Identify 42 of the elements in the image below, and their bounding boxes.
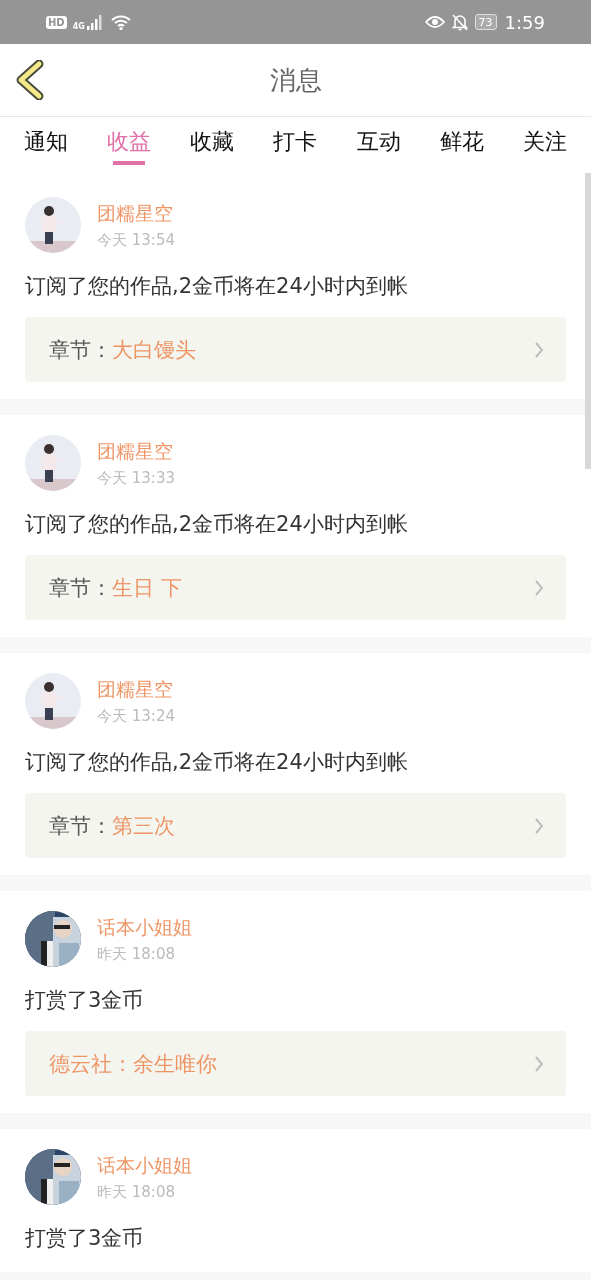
chevron-right-icon <box>534 1054 544 1073</box>
message-text: 订阅了您的作品,2金币将在24小时内到帐 <box>25 273 409 300</box>
scrollbar[interactable] <box>585 173 591 469</box>
message-text: 订阅了您的作品,2金币将在24小时内到帐 <box>25 749 409 776</box>
work-link[interactable]: 章节：生日 下 <box>25 555 566 620</box>
tab[interactable]: 鲜花 <box>427 117 496 169</box>
timestamp: 今天 13:54 <box>97 230 175 250</box>
signal-icon <box>86 14 103 30</box>
page-title: 消息 <box>269 63 322 97</box>
tab[interactable]: 收藏 <box>178 117 247 169</box>
work-link[interactable]: 章节：第三次 <box>25 793 566 858</box>
chevron-right-icon <box>534 816 544 835</box>
link-label: 章节： <box>49 812 112 840</box>
message-text: 打赏了3金币 <box>25 987 145 1014</box>
tab[interactable]: 关注 <box>510 117 579 169</box>
back-button[interactable] <box>14 59 46 101</box>
link-label: 章节： <box>49 574 112 602</box>
timestamp: 昨天 18:08 <box>97 944 176 964</box>
work-link[interactable]: 章节：大白馒头 <box>25 317 566 382</box>
tab[interactable]: 通知 <box>12 117 80 169</box>
hd-badge: HD <box>46 15 67 29</box>
tab[interactable]: 互动 <box>344 117 413 169</box>
timestamp: 今天 13:24 <box>97 706 175 726</box>
work-title: 大白馒头 <box>112 336 196 364</box>
chevron-right-icon <box>534 340 544 359</box>
work-title: 德云社：余生唯你 <box>49 1050 217 1078</box>
chevron-right-icon <box>534 578 544 597</box>
timestamp: 今天 13:33 <box>97 468 175 488</box>
work-title: 第三次 <box>112 812 175 840</box>
clock: 1:59 <box>504 11 545 33</box>
link-label: 章节： <box>49 336 112 364</box>
network-label: 4G <box>72 21 85 31</box>
work-title: 生日 下 <box>112 574 182 602</box>
message-text: 订阅了您的作品,2金币将在24小时内到帐 <box>25 511 409 538</box>
battery-level: 73 <box>478 15 493 29</box>
message-text: 打赏了3金币 <box>25 1225 145 1252</box>
back-chevron-icon <box>15 60 45 100</box>
tab[interactable]: 打卡 <box>261 117 330 169</box>
timestamp: 昨天 18:08 <box>97 1182 176 1202</box>
muted-bell-icon <box>450 13 469 31</box>
eye-icon <box>424 15 445 29</box>
wifi-icon <box>110 14 131 30</box>
